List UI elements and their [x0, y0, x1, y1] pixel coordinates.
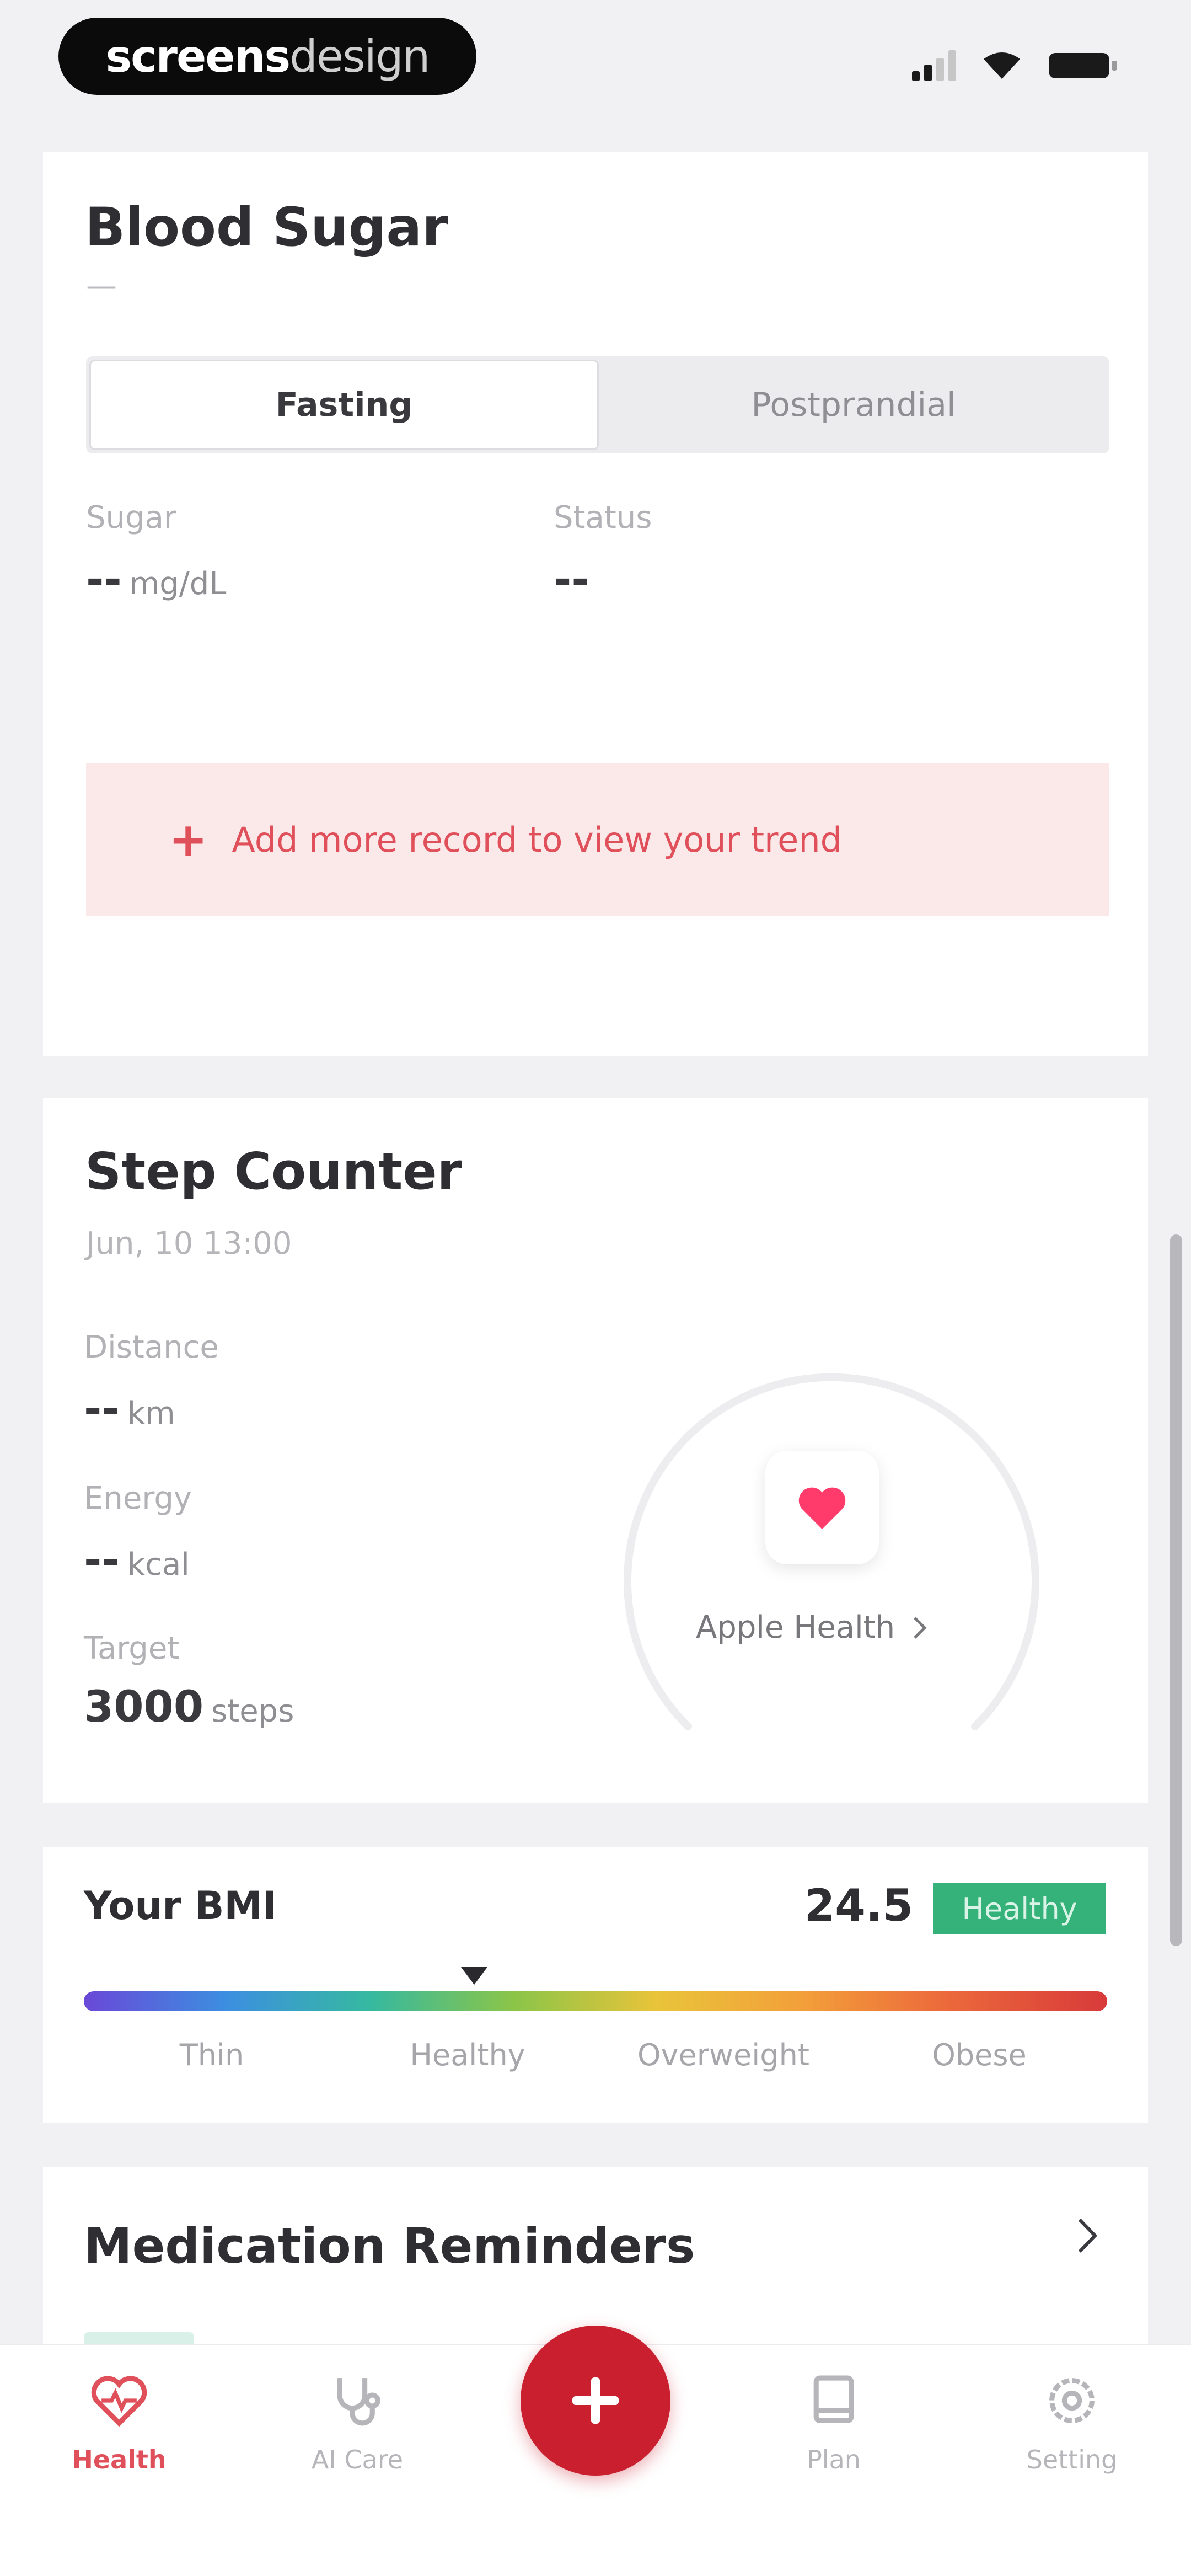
tab-fasting[interactable]: Fasting	[89, 360, 599, 450]
tab-postprandial[interactable]: Postprandial	[598, 356, 1109, 453]
tab-ai-care-label: AI Care	[311, 2445, 404, 2475]
plus-icon	[572, 2377, 619, 2424]
distance-value-text: --	[84, 1385, 120, 1434]
status-icons	[912, 50, 1119, 82]
gear-icon	[1049, 2378, 1095, 2423]
step-counter-title: Step Counter	[85, 1142, 462, 1201]
plus-icon: +	[169, 813, 208, 867]
bottom-tab-bar: Health AI Care Plan Setting	[0, 2326, 1191, 2576]
distance-value: -- km	[84, 1385, 175, 1434]
bmi-value: 24.5	[804, 1880, 913, 1931]
heart-pulse-icon	[91, 2376, 147, 2427]
distance-label: Distance	[84, 1329, 219, 1365]
sugar-unit: mg/dL	[129, 566, 227, 602]
heart-icon	[798, 1487, 846, 1530]
energy-label: Energy	[84, 1481, 192, 1516]
chevron-right-icon	[1078, 2218, 1098, 2253]
stethoscope-icon	[337, 2378, 380, 2426]
apple-health-label: Apple Health	[696, 1610, 895, 1645]
watermark-bold: screens	[105, 30, 291, 82]
blood-sugar-title: Blood Sugar	[85, 196, 448, 258]
target-label: Target	[84, 1631, 180, 1666]
bmi-marker	[461, 1967, 487, 1985]
bmi-category-thin: Thin	[179, 2038, 244, 2072]
wifi-icon	[984, 52, 1020, 79]
status-bar: screens design	[0, 0, 1191, 127]
book-icon	[813, 2375, 854, 2423]
distance-unit: km	[127, 1396, 175, 1431]
bmi-category-healthy: Healthy	[410, 2038, 525, 2072]
energy-value-text: --	[84, 1536, 120, 1585]
signal-icon	[912, 50, 956, 81]
scrollbar-thumb[interactable]	[1170, 1234, 1182, 1946]
add-record-button[interactable]: + Add more record to view your trend	[86, 763, 1109, 916]
bmi-scale-bar	[84, 1991, 1107, 2011]
sugar-value-text: --	[86, 555, 122, 605]
tab-setting[interactable]: Setting	[995, 2373, 1149, 2475]
watermark-light: design	[289, 30, 430, 82]
apple-health-tile[interactable]	[765, 1451, 879, 1564]
apple-health-link[interactable]: Apple Health	[696, 1610, 927, 1645]
sugar-value: -- mg/dL	[86, 555, 226, 605]
bmi-status-badge: Healthy	[933, 1883, 1106, 1934]
measurement-type-segmented-control: Fasting Postprandial	[86, 356, 1109, 453]
energy-unit: kcal	[127, 1547, 190, 1583]
bmi-card: Your BMI 24.5 Healthy Thin Healthy Overw…	[43, 1847, 1148, 2123]
add-record-text: Add more record to view your trend	[232, 819, 842, 860]
step-progress-ring	[624, 1373, 1039, 1730]
medication-reminders-title: Medication Reminders	[84, 2217, 695, 2274]
status-label: Status	[554, 500, 652, 536]
status-value: --	[554, 555, 589, 605]
tab-setting-label: Setting	[1026, 2445, 1118, 2475]
target-value: 3000 steps	[84, 1682, 294, 1732]
tab-health-label: Health	[72, 2445, 167, 2475]
energy-value: -- kcal	[84, 1536, 190, 1585]
step-counter-card: Step Counter Jun, 10 13:00 Distance -- km…	[43, 1098, 1148, 1803]
sugar-label: Sugar	[86, 500, 176, 536]
screen: screens design Blood Sugar — Fasting Post…	[0, 0, 1191, 2576]
bmi-category-overweight: Overweight	[637, 2038, 809, 2072]
chevron-right-icon	[914, 1616, 927, 1639]
tab-plan[interactable]: Plan	[757, 2373, 911, 2475]
tab-health[interactable]: Health	[42, 2373, 196, 2475]
watermark-logo: screens design	[58, 18, 476, 95]
bmi-title: Your BMI	[84, 1883, 277, 1928]
add-record-fab[interactable]	[521, 2326, 670, 2476]
target-value-text: 3000	[84, 1682, 204, 1732]
blood-sugar-card: Blood Sugar — Fasting Postprandial Sugar…	[43, 152, 1148, 1056]
bmi-category-obese: Obese	[932, 2038, 1027, 2072]
tab-plan-label: Plan	[807, 2445, 861, 2475]
tab-ai-care[interactable]: AI Care	[280, 2373, 434, 2475]
step-counter-date: Jun, 10 13:00	[86, 1226, 292, 1262]
battery-icon	[1049, 53, 1117, 78]
blood-sugar-subtitle: —	[86, 268, 117, 304]
target-unit: steps	[211, 1693, 294, 1729]
